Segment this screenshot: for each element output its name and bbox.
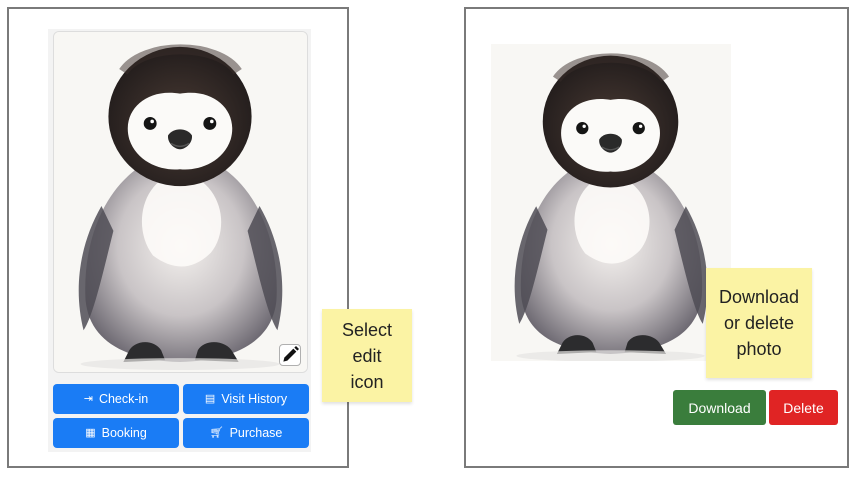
penguin-image — [54, 32, 307, 372]
enlarged-photo — [491, 44, 731, 361]
visit-history-label: Visit History — [221, 392, 288, 406]
delete-button[interactable]: Delete — [769, 390, 838, 425]
pencil-icon — [283, 346, 299, 362]
sign-in-icon: ⇥ — [83, 392, 93, 405]
instruction-note-edit: Select edit icon — [322, 309, 412, 402]
profile-card: ⇥ Check-in ▤ Visit History ▦ Booking 🛒︎ … — [48, 29, 311, 452]
instruction-note-edit-text: Select edit icon — [341, 319, 393, 392]
checkin-button[interactable]: ⇥ Check-in — [53, 384, 179, 414]
penguin-image-large — [491, 44, 731, 361]
document-icon: ▤ — [204, 392, 216, 405]
delete-label: Delete — [783, 399, 824, 416]
cart-icon: 🛒︎ — [209, 426, 224, 439]
purchase-button[interactable]: 🛒︎ Purchase — [183, 418, 309, 448]
edit-photo-button[interactable] — [279, 344, 301, 366]
download-button[interactable]: Download — [673, 390, 766, 425]
instruction-note-download-text: Download or delete photo — [718, 287, 800, 359]
left-panel: ⇥ Check-in ▤ Visit History ▦ Booking 🛒︎ … — [7, 7, 349, 468]
instruction-note-download: Download or delete photo — [706, 268, 812, 378]
profile-photo — [53, 31, 308, 373]
visit-history-button[interactable]: ▤ Visit History — [183, 384, 309, 414]
calendar-icon: ▦ — [85, 426, 96, 439]
checkin-label: Check-in — [98, 392, 149, 406]
purchase-label: Purchase — [229, 426, 283, 440]
download-label: Download — [688, 399, 751, 416]
booking-label: Booking — [101, 426, 147, 440]
booking-button[interactable]: ▦ Booking — [53, 418, 179, 448]
